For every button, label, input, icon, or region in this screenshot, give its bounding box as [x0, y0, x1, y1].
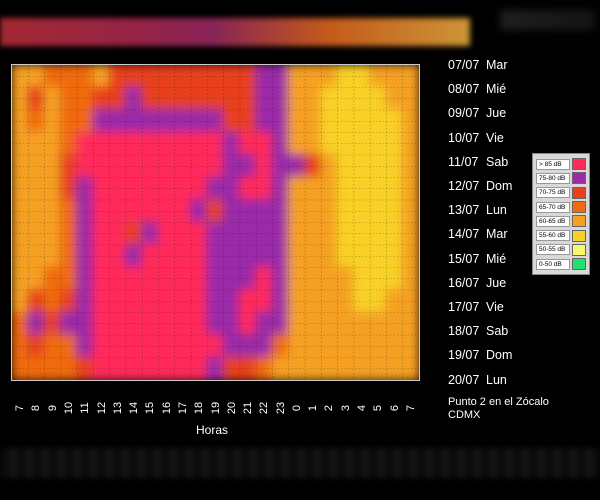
day-weekday: Vie	[486, 130, 504, 145]
day-date: 09/07	[448, 106, 480, 121]
day-weekday: Lun	[486, 203, 507, 218]
day-label: 18/07 Sab	[448, 324, 568, 338]
day-weekday: Mié	[486, 251, 507, 266]
day-weekday: Jue	[486, 275, 507, 290]
day-weekday: Sab	[486, 154, 509, 169]
caption-line-2: CDMX	[448, 409, 481, 421]
hour-tick-label: 7	[404, 404, 417, 412]
hour-tick-label: 18	[193, 401, 206, 415]
day-label: 09/07 Jue	[448, 106, 568, 120]
hour-tick-label: 16	[160, 401, 173, 415]
legend-swatch	[572, 229, 586, 242]
day-date: 08/07	[448, 82, 480, 97]
legend-item: 55-60 dB	[536, 228, 586, 242]
day-date: 20/07	[448, 372, 480, 387]
legend-swatch	[572, 215, 586, 228]
hour-tick-label: 13	[111, 401, 124, 415]
bottom-blurred-strip	[0, 448, 600, 478]
legend-swatch	[572, 201, 586, 214]
day-weekday: Dom	[486, 179, 513, 193]
hour-tick-label: 10	[62, 401, 75, 415]
x-axis-title: Horas	[196, 423, 229, 437]
legend-label: 70-75 dB	[536, 187, 570, 199]
hour-tick-label: 0	[290, 404, 303, 412]
legend-item: 50-55 dB	[536, 243, 586, 257]
legend-swatch	[572, 258, 586, 271]
legend-label: > 85 dB	[536, 158, 570, 170]
legend-item: 70-75 dB	[536, 186, 586, 200]
day-weekday: Dom	[486, 348, 513, 363]
legend-swatch	[572, 158, 586, 171]
day-date: 17/07	[448, 300, 480, 314]
day-label: 16/07 Jue	[448, 276, 568, 290]
legend-swatch	[572, 243, 586, 256]
legend-swatch	[572, 172, 586, 185]
legend-item: 65-70 dB	[536, 200, 586, 214]
legend-label: 65-70 dB	[536, 201, 570, 213]
legend-item: > 85 dB	[536, 157, 586, 171]
legend-label: 55-60 dB	[536, 230, 570, 242]
hour-tick-label: 2	[323, 404, 336, 412]
hour-tick-label: 6	[388, 404, 401, 412]
top-color-strip	[0, 18, 470, 46]
legend-swatch	[572, 186, 586, 199]
day-date: 12/07	[448, 179, 480, 193]
legend-label: 75-80 dB	[536, 172, 570, 184]
day-weekday: Sab	[486, 324, 509, 339]
caption-line-1: Punto 2 en el Zócalo	[448, 396, 549, 408]
hour-tick-label: 11	[79, 402, 92, 414]
hour-tick-label: 5	[372, 404, 385, 412]
hour-tick-label: 22	[258, 401, 271, 415]
hour-tick-label: 8	[30, 404, 43, 412]
day-date: 11/07	[448, 154, 479, 169]
legend-label: 60-65 dB	[536, 215, 570, 227]
legend-item: 0-50 dB	[536, 257, 586, 271]
day-date: 18/07	[448, 324, 480, 339]
legend-item: 75-80 dB	[536, 171, 586, 185]
top-right-blurred-text	[500, 10, 595, 30]
day-weekday: Lun	[486, 372, 507, 387]
day-weekday: Mar	[486, 58, 508, 72]
hour-tick-label: 15	[144, 401, 157, 415]
day-label: 17/07 Vie	[448, 300, 568, 314]
hour-tick-label: 14	[128, 401, 141, 415]
hour-tick-label: 17	[176, 401, 189, 415]
legend-label: 0-50 dB	[536, 258, 570, 270]
hour-tick-label: 23	[274, 401, 287, 415]
hour-tick-label: 7	[14, 404, 27, 412]
day-label: 08/07 Mié	[448, 82, 568, 96]
day-date: 16/07	[448, 275, 480, 290]
day-date: 15/07	[448, 251, 480, 266]
day-label: 10/07 Vie	[448, 131, 568, 145]
day-label: 07/07 Mar	[448, 58, 568, 72]
hour-tick-label: 20	[225, 401, 238, 415]
hour-tick-label: 4	[356, 404, 369, 412]
day-date: 14/07	[448, 227, 480, 242]
hour-tick-label: 21	[242, 401, 255, 415]
day-weekday: Vie	[486, 300, 504, 314]
day-date: 07/07	[448, 58, 480, 72]
day-weekday: Jue	[486, 106, 507, 121]
hour-tick-label: 9	[46, 404, 59, 412]
plot-frame	[11, 64, 420, 381]
day-date: 19/07	[448, 348, 480, 363]
legend: > 85 dB 75-80 dB 70-75 dB 65-70 dB 60-65 dB 5…	[532, 153, 590, 275]
hour-tick-label: 3	[339, 404, 352, 412]
day-label: 19/07 Dom	[448, 348, 568, 362]
day-weekday: Mié	[486, 82, 507, 97]
day-label: 20/07 Lun	[448, 373, 568, 387]
hour-tick-label: 19	[209, 401, 222, 415]
caption: Punto 2 en el Zócalo CDMX	[448, 396, 598, 422]
day-weekday: Mar	[486, 227, 508, 242]
day-date: 13/07	[448, 203, 480, 218]
legend-label: 50-55 dB	[536, 244, 570, 256]
hour-tick-label: 1	[307, 404, 320, 412]
legend-item: 60-65 dB	[536, 214, 586, 228]
hour-tick-label: 12	[95, 401, 108, 415]
day-date: 10/07	[448, 130, 480, 145]
